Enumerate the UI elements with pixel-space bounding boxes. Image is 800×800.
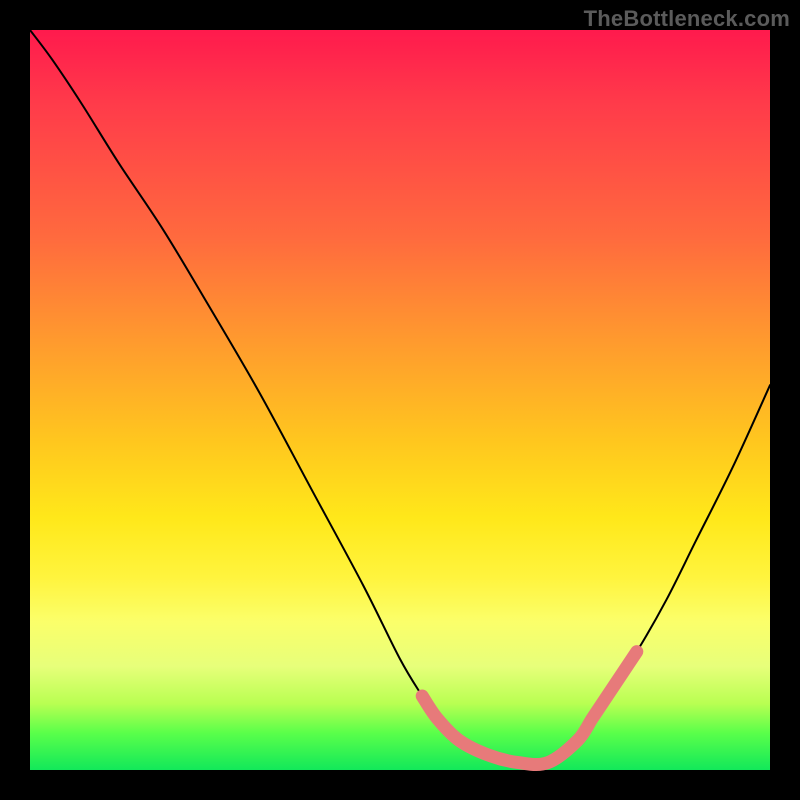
bottleneck-curve-path xyxy=(30,30,770,765)
chart-frame: TheBottleneck.com xyxy=(0,0,800,800)
bottleneck-curve-svg xyxy=(30,30,770,770)
optimal-range-path xyxy=(422,652,637,765)
watermark-text: TheBottleneck.com xyxy=(584,6,790,32)
